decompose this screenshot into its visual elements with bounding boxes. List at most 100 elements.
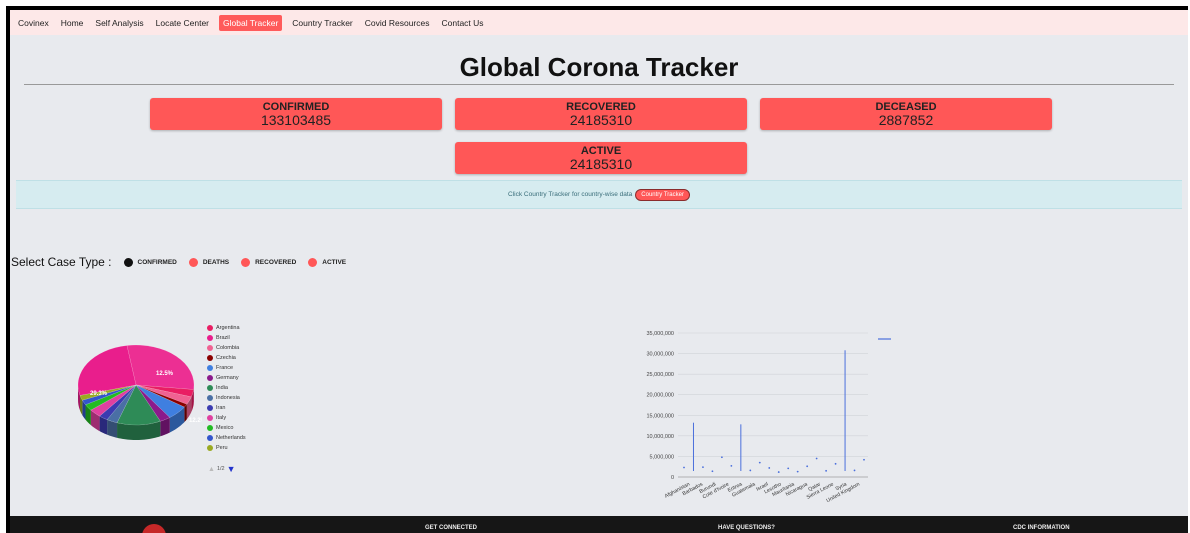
y-tick-label: 15,000,000 (646, 413, 674, 419)
data-point (768, 467, 771, 469)
radio-active[interactable] (308, 257, 318, 267)
pager-down-icon[interactable]: ▼ (227, 464, 236, 474)
legend-label: Mexico (216, 425, 234, 431)
legend-label: Argentina (216, 325, 240, 331)
legend-item[interactable]: Czechia (207, 353, 246, 363)
legend-label: Peru (216, 445, 228, 451)
pie-data-label: 12.5% (156, 371, 174, 377)
radio-deaths[interactable] (188, 257, 198, 267)
pie-data-label: 29.3% (90, 391, 108, 397)
case-type-selector: Select Case Type : CONFIRMED DEATHS RECO… (11, 255, 358, 269)
title-divider (24, 84, 1174, 85)
case-type-deaths[interactable]: DEATHS (188, 257, 230, 267)
nav-country-tracker[interactable]: Country Tracker (290, 15, 354, 31)
confirmed-card: CONFIRMED 133103485 (150, 98, 442, 130)
confirmed-value: 133103485 (260, 112, 332, 128)
footer: GET CONNECTED HAVE QUESTIONS? CDC INFORM… (10, 516, 1188, 533)
legend-pager: ▲ 1/2 ▼ (208, 464, 236, 474)
country-tracker-banner: Click Country Tracker for country-wise d… (16, 180, 1182, 209)
legend-item[interactable]: Argentina (207, 323, 246, 333)
legend-item[interactable]: France (207, 363, 246, 373)
legend-label: Iran (216, 405, 226, 411)
y-tick-label: 0 (671, 475, 674, 481)
legend-swatch (207, 325, 213, 331)
case-type-recovered[interactable]: RECOVERED (241, 257, 297, 267)
pie-chart: 29.3% 12.5% 12.2% (77, 344, 202, 440)
data-point (834, 462, 837, 465)
legend-label: Germany (216, 375, 239, 381)
legend-item[interactable]: Mexico (207, 423, 246, 433)
data-point (711, 470, 714, 473)
y-tick-label: 5,000,000 (650, 454, 674, 460)
legend-label: Czechia (216, 355, 236, 361)
pager-up-icon[interactable]: ▲ (208, 466, 215, 473)
case-type-label: Select Case Type : (11, 255, 112, 269)
legend-label: Italy (216, 415, 227, 421)
legend-item[interactable]: Brazil (207, 333, 246, 343)
pie-legend: Argentina Brazil Colombia Czechia France Germ… (207, 323, 246, 453)
case-type-confirmed-label: CONFIRMED (137, 258, 177, 266)
data-point (796, 470, 799, 473)
pie-data-label: 12.2% (189, 418, 202, 424)
legend-swatch (207, 415, 213, 421)
data-point (730, 464, 733, 467)
navbar: Covinex Home Self Analysis Locate Center… (10, 10, 1188, 35)
legend-label: France (216, 365, 234, 371)
case-type-deaths-label: DEATHS (202, 258, 230, 266)
legend-item[interactable]: Peru (207, 443, 246, 453)
legend-item[interactable]: Germany (207, 373, 246, 383)
y-tick-label: 10,000,000 (646, 434, 674, 440)
legend-item[interactable]: Italy (207, 413, 246, 423)
recovered-value: 24185310 (569, 112, 633, 128)
nav-locate-center[interactable]: Locate Center (154, 15, 211, 31)
legend-swatch (207, 385, 213, 391)
data-point (749, 469, 752, 472)
case-type-confirmed[interactable]: CONFIRMED (123, 257, 177, 267)
data-point (702, 466, 704, 469)
footer-have-questions: HAVE QUESTIONS? (718, 525, 775, 531)
y-tick-label: 35,000,000 (646, 331, 674, 337)
legend-label: India (216, 385, 228, 391)
footer-logo (142, 524, 166, 533)
nav-self-analysis[interactable]: Self Analysis (93, 15, 145, 31)
banner-text: Click Country Tracker for country-wise d… (508, 191, 633, 198)
legend-swatch (207, 345, 213, 351)
active-card: ACTIVE 24185310 (455, 142, 747, 174)
deceased-value: 2887852 (878, 112, 934, 128)
radio-recovered[interactable] (241, 257, 251, 267)
footer-cdc-information: CDC INFORMATION (1013, 525, 1070, 531)
deceased-card: DECEASED 2887852 (760, 98, 1052, 130)
legend-item[interactable]: Iran (207, 403, 246, 413)
data-point (787, 467, 790, 470)
y-tick-label: 25,000,000 (646, 372, 674, 378)
data-point (720, 456, 723, 459)
radio-confirmed[interactable] (123, 257, 133, 267)
case-type-active-label: ACTIVE (322, 258, 347, 266)
legend-item[interactable]: Colombia (207, 343, 246, 353)
nav-global-tracker[interactable]: Global Tracker (219, 14, 283, 31)
recovered-card: RECOVERED 24185310 (455, 98, 747, 130)
nav-brand[interactable]: Covinex (16, 15, 51, 31)
data-point (683, 466, 685, 469)
legend-label: Indonesia (216, 395, 240, 401)
legend-item[interactable]: Netherlands (207, 433, 246, 443)
legend-item[interactable]: India (207, 383, 246, 393)
legend-swatch (207, 355, 213, 361)
data-point (758, 461, 761, 464)
legend-item[interactable]: Indonesia (207, 393, 246, 403)
page-title: Global Corona Tracker (459, 52, 739, 82)
nav-covid-resources[interactable]: Covid Resources (363, 15, 432, 31)
page: Covinex Home Self Analysis Locate Center… (10, 10, 1188, 533)
legend-swatch (207, 375, 213, 381)
legend-swatch (207, 365, 213, 371)
nav-contact-us[interactable]: Contact Us (440, 15, 486, 31)
case-type-active[interactable]: ACTIVE (308, 257, 347, 267)
data-point (825, 469, 828, 472)
legend-label: Netherlands (216, 435, 246, 441)
y-tick-label: 30,000,000 (646, 352, 674, 358)
nav-home[interactable]: Home (59, 15, 86, 31)
pager-text: 1/2 (216, 466, 225, 472)
data-point (777, 471, 780, 473)
case-type-recovered-label: RECOVERED (255, 258, 297, 266)
country-tracker-button[interactable]: Country Tracker (635, 188, 690, 201)
